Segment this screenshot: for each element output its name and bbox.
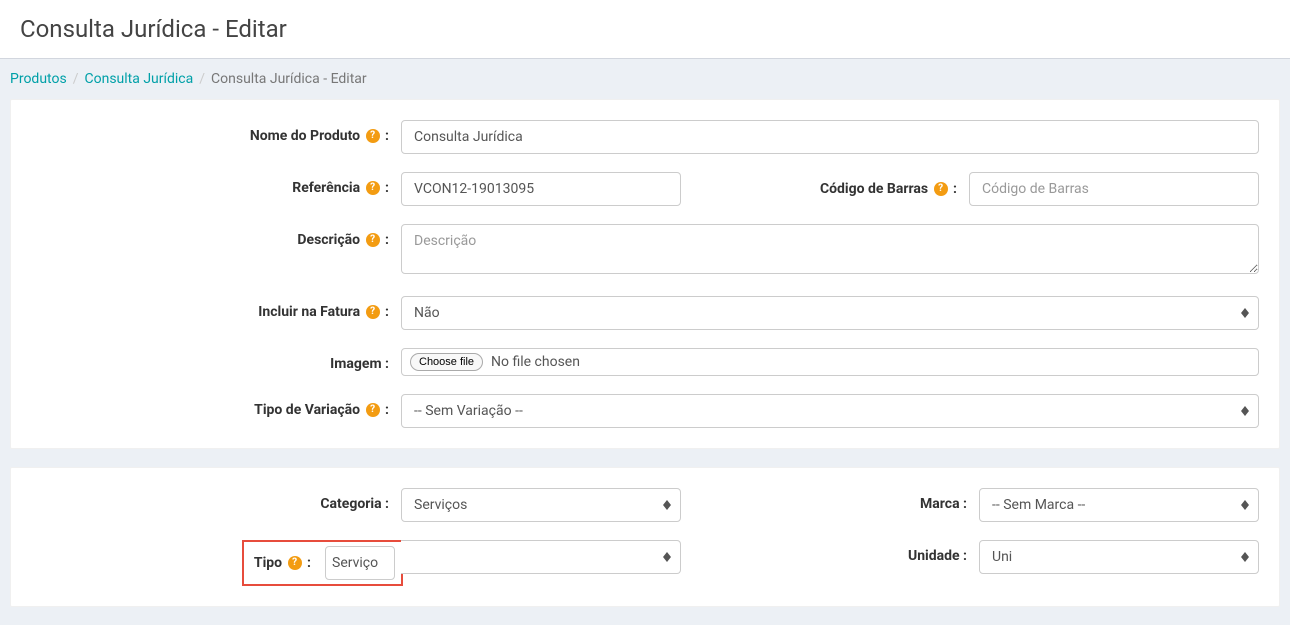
panel-main-form: Nome do Produto ? : Referência ? : Códig… — [10, 99, 1280, 449]
colon: : — [385, 232, 389, 248]
label-nome: Nome do Produto ? : — [31, 120, 401, 144]
breadcrumb-produtos[interactable]: Produtos — [10, 71, 67, 87]
marca-select[interactable]: -- Sem Marca -- — [979, 488, 1259, 522]
colon: : — [385, 180, 389, 196]
help-icon[interactable]: ? — [366, 403, 380, 417]
label-referencia: Referência ? : — [31, 172, 401, 196]
label-variacao: Tipo de Variação ? : — [31, 394, 401, 418]
choose-file-button[interactable]: Choose file — [410, 353, 483, 371]
file-input[interactable]: Choose file No file chosen — [401, 348, 1259, 376]
breadcrumb-area: Produtos / Consulta Jurídica / Consulta … — [0, 59, 1290, 99]
label-marca: Marca : — [859, 488, 979, 522]
breadcrumb-consulta[interactable]: Consulta Jurídica — [84, 71, 193, 87]
label-tipo-text: Tipo — [254, 555, 282, 571]
variacao-select[interactable]: -- Sem Variação -- — [401, 394, 1259, 428]
breadcrumb-sep: / — [73, 71, 79, 87]
label-imagem: Imagem : — [31, 348, 401, 372]
help-icon[interactable]: ? — [366, 305, 380, 319]
label-tipo: Tipo ? : — [250, 549, 319, 577]
categoria-select[interactable]: Serviços — [401, 488, 681, 522]
label-descricao-text: Descrição — [297, 232, 360, 248]
help-icon[interactable]: ? — [366, 181, 380, 195]
row-imagem: Imagem : Choose file No file chosen — [31, 348, 1259, 376]
label-fatura-text: Incluir na Fatura — [258, 304, 360, 320]
referencia-input[interactable] — [401, 172, 681, 206]
breadcrumb-current: Consulta Jurídica - Editar — [211, 71, 367, 87]
descricao-textarea[interactable] — [401, 224, 1259, 274]
tipo-select-inside[interactable]: Serviço — [325, 546, 395, 580]
help-icon[interactable]: ? — [934, 182, 948, 196]
row-categoria-marca: Categoria : Serviços Marca : -- Sem Marc… — [31, 488, 1259, 522]
tipo-highlight: Tipo ? : Serviço — [242, 540, 403, 586]
colon: : — [307, 555, 311, 571]
page-title: Consulta Jurídica - Editar — [20, 15, 1270, 43]
row-variacao: Tipo de Variação ? : -- Sem Variação -- — [31, 394, 1259, 428]
breadcrumb-sep: / — [199, 71, 205, 87]
label-barras: Código de Barras ? : — [820, 181, 969, 197]
row-nome: Nome do Produto ? : — [31, 120, 1259, 154]
label-unidade: Unidade : — [859, 540, 979, 586]
fatura-select[interactable]: Não — [401, 296, 1259, 330]
breadcrumb: Produtos / Consulta Jurídica / Consulta … — [10, 71, 1280, 87]
label-barras-text: Código de Barras — [820, 181, 928, 197]
colon: : — [385, 402, 389, 418]
barras-input[interactable] — [969, 172, 1259, 206]
tipo-select-extension[interactable]: . — [401, 540, 681, 574]
label-nome-text: Nome do Produto — [250, 128, 360, 144]
row-fatura: Incluir na Fatura ? : Não — [31, 296, 1259, 330]
page-header: Consulta Jurídica - Editar — [0, 0, 1290, 59]
help-icon[interactable]: ? — [366, 129, 380, 143]
colon: : — [385, 128, 389, 144]
row-referencia-barras: Referência ? : Código de Barras ? : — [31, 172, 1259, 206]
label-fatura: Incluir na Fatura ? : — [31, 296, 401, 320]
help-icon[interactable]: ? — [366, 233, 380, 247]
row-tipo-unidade: Tipo ? : Serviço . Unidade : — [31, 540, 1259, 586]
panel-categorization: Categoria : Serviços Marca : -- Sem Marc… — [10, 467, 1280, 607]
row-descricao: Descrição ? : — [31, 224, 1259, 278]
label-descricao: Descrição ? : — [31, 224, 401, 248]
unidade-select[interactable]: Uni — [979, 540, 1259, 574]
colon: : — [385, 304, 389, 320]
file-chosen-text: No file chosen — [491, 354, 580, 370]
label-variacao-text: Tipo de Variação — [254, 402, 360, 418]
nome-input[interactable] — [401, 120, 1259, 154]
help-icon[interactable]: ? — [288, 556, 302, 570]
colon: : — [953, 181, 957, 197]
label-referencia-text: Referência — [292, 180, 360, 196]
label-categoria: Categoria : — [31, 488, 401, 522]
